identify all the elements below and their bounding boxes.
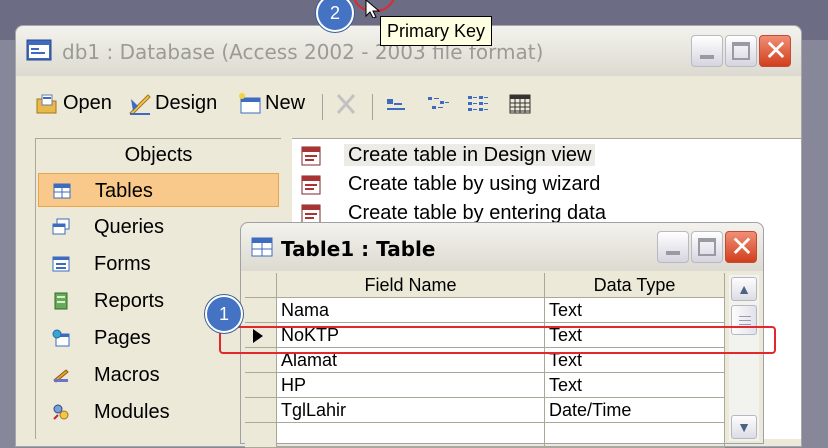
row-selector[interactable]: [245, 423, 277, 448]
open-button[interactable]: Open: [36, 92, 112, 120]
list-item[interactable]: Create table by using wizard: [294, 170, 600, 198]
minimize-button[interactable]: [691, 35, 723, 67]
highlight-rectangle-noktp-row: [219, 326, 776, 354]
maximize-button[interactable]: [691, 231, 723, 263]
minimize-button[interactable]: [657, 231, 689, 263]
chevron-down-icon: ▼: [737, 419, 751, 435]
small-icons-button[interactable]: [426, 92, 453, 120]
database-window-controls: ✕: [689, 35, 791, 69]
objects-item-label: Modules: [94, 401, 170, 423]
toolbar-separator: [372, 94, 373, 120]
reports-icon: [54, 292, 68, 310]
tooltip-primary-key: Primary Key: [380, 16, 493, 46]
objects-item-label: Tables: [95, 180, 153, 202]
objects-item-label: Forms: [94, 253, 151, 275]
toolbar-separator: [322, 94, 323, 120]
close-icon: ✕: [730, 230, 754, 263]
field-name-cell[interactable]: HP: [277, 373, 545, 398]
close-button[interactable]: ✕: [759, 35, 791, 67]
data-type-cell[interactable]: Text: [545, 373, 725, 398]
large-icons-button[interactable]: [384, 92, 411, 120]
table-title-bar[interactable]: Table1 : Table ✕: [241, 223, 763, 271]
database-toolbar: Open Design New: [16, 86, 801, 126]
objects-item-label: Macros: [94, 364, 160, 386]
objects-item-label: Pages: [94, 327, 151, 349]
grid-corner: [245, 273, 277, 298]
scroll-down-button[interactable]: ▼: [731, 415, 757, 439]
field-grid: Field Name Data Type Nama Text NoKTP Tex…: [245, 273, 725, 448]
design-view-shortcut-icon: [301, 146, 321, 166]
field-name-cell[interactable]: [277, 423, 545, 448]
row-selector[interactable]: [245, 398, 277, 423]
list-view-icon: [468, 95, 488, 111]
field-name-cell[interactable]: TglLahir: [277, 398, 545, 423]
queries-icon: [52, 218, 70, 235]
chevron-up-icon: ▲: [737, 281, 751, 297]
data-type-cell[interactable]: [545, 423, 725, 448]
table-window-controls: ✕: [655, 231, 757, 265]
row-selector[interactable]: [245, 298, 277, 323]
objects-item-label: Reports: [94, 290, 165, 312]
vertical-scrollbar[interactable]: ▲ ▼: [729, 275, 759, 441]
small-icons-icon: [428, 96, 449, 109]
column-header-field-name[interactable]: Field Name: [277, 273, 545, 298]
list-item-label: Create table by using wizard: [348, 173, 601, 195]
scroll-up-button[interactable]: ▲: [731, 277, 757, 301]
list-item-label: Create table by entering data: [348, 202, 606, 224]
wizard-shortcut-icon: [301, 175, 321, 195]
column-header-data-type[interactable]: Data Type: [545, 273, 725, 298]
data-type-cell[interactable]: Text: [545, 298, 725, 323]
data-type-cell[interactable]: Date/Time: [545, 398, 725, 423]
list-item[interactable]: Create table in Design view: [294, 141, 596, 169]
modules-icon: [53, 404, 69, 420]
close-button[interactable]: ✕: [725, 231, 757, 263]
design-button-label: Design: [155, 92, 218, 114]
list-view-button[interactable]: [466, 92, 493, 120]
objects-header: Objects: [124, 144, 193, 166]
new-table-icon: [239, 92, 261, 114]
table-window-icon: [251, 237, 273, 257]
minimize-icon: [700, 55, 714, 59]
table-window-title: Table1 : Table: [281, 237, 436, 261]
details-view-icon: [509, 94, 531, 114]
forms-icon: [52, 256, 70, 272]
delete-x-icon: [336, 93, 356, 114]
objects-item-tables[interactable]: Tables: [38, 173, 279, 207]
list-item-label: Create table in Design view: [344, 144, 596, 166]
open-folder-icon: [36, 94, 57, 114]
step-badge-1: 1: [205, 295, 243, 333]
row-selector[interactable]: [245, 373, 277, 398]
delete-button[interactable]: [334, 92, 361, 120]
new-button-label: New: [265, 92, 306, 114]
maximize-button[interactable]: [725, 35, 757, 67]
macros-icon: [53, 369, 69, 383]
objects-item-label: Queries: [94, 216, 165, 238]
maximize-icon: [698, 238, 716, 256]
open-button-label: Open: [63, 92, 112, 114]
maximize-icon: [732, 42, 750, 60]
new-button[interactable]: New: [238, 92, 305, 120]
database-window-icon: [26, 39, 52, 61]
design-button[interactable]: Design: [128, 92, 217, 120]
design-ruler-icon: [129, 94, 151, 115]
field-name-cell[interactable]: Nama: [277, 298, 545, 323]
tables-icon: [53, 183, 71, 199]
minimize-icon: [666, 251, 680, 255]
close-icon: ✕: [764, 34, 788, 67]
large-icons-icon: [387, 98, 405, 110]
pages-icon: [52, 329, 70, 347]
details-view-button[interactable]: [508, 92, 535, 120]
